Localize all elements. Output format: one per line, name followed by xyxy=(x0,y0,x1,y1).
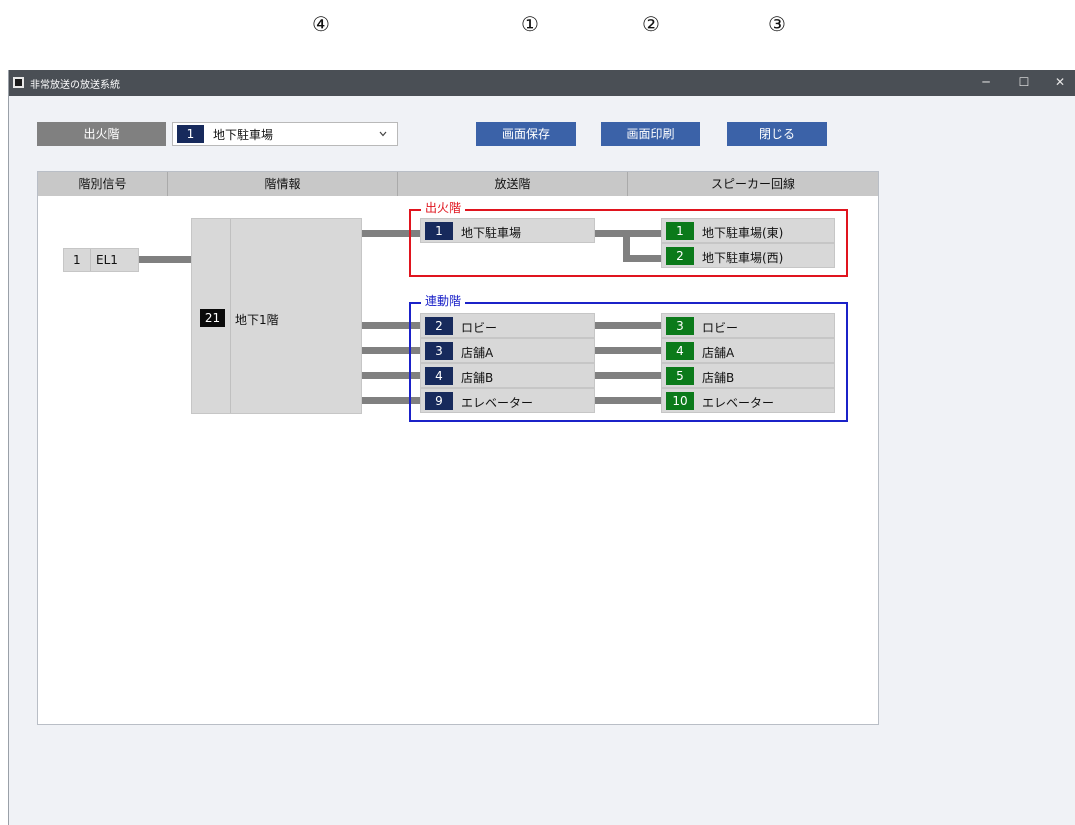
connector-line xyxy=(595,322,661,329)
broadcast-floor-item[interactable]: 4 店舗B xyxy=(420,363,595,388)
speaker-name: ロビー xyxy=(702,321,739,335)
broadcast-floor-item[interactable]: 9 エレベーター xyxy=(420,388,595,413)
fire-floor-select[interactable]: 1 地下駐車場 xyxy=(172,122,398,146)
column-header-speaker-line: スピーカー回線 xyxy=(628,172,878,196)
connector-line xyxy=(595,397,661,404)
broadcast-number: 4 xyxy=(425,367,453,385)
speaker-line-item[interactable]: 3 ロビー xyxy=(661,313,835,338)
speaker-number: 4 xyxy=(666,342,694,360)
speaker-name: エレベーター xyxy=(702,396,775,410)
close-button[interactable]: 閉じる xyxy=(727,122,827,146)
floor-info-name: 地下1階 xyxy=(235,313,279,327)
floor-signal-item[interactable]: 1 EL1 xyxy=(63,248,139,272)
signal-name: EL1 xyxy=(96,253,118,267)
speaker-number: 1 xyxy=(666,222,694,240)
connector-line xyxy=(595,372,661,379)
floor-info-block[interactable]: 21 地下1階 xyxy=(191,218,362,414)
linked-floor-group-label: 連動階 xyxy=(421,292,466,309)
chevron-down-icon xyxy=(379,131,387,137)
title-bar: 非常放送の放送系統 ─ ☐ ✕ xyxy=(9,70,1075,96)
broadcast-number: 9 xyxy=(425,392,453,410)
minimize-button[interactable]: ─ xyxy=(969,70,1003,96)
speaker-line-item[interactable]: 5 店舗B xyxy=(661,363,835,388)
connector-line xyxy=(623,255,661,262)
app-window: 非常放送の放送系統 ─ ☐ ✕ 出火階 1 地下駐車場 画面保存 画面印刷 閉じ… xyxy=(8,70,1075,825)
broadcast-number: 1 xyxy=(425,222,453,240)
floor-info-number: 21 xyxy=(200,309,225,327)
signal-number: 1 xyxy=(73,253,81,267)
window-title: 非常放送の放送系統 xyxy=(30,80,120,91)
broadcast-name: 地下駐車場 xyxy=(461,226,522,240)
speaker-number: 5 xyxy=(666,367,694,385)
broadcast-floor-item[interactable]: 1 地下駐車場 xyxy=(420,218,595,243)
broadcast-name: エレベーター xyxy=(461,396,534,410)
speaker-line-item[interactable]: 2 地下駐車場(西) xyxy=(661,243,835,268)
callout-2: ② xyxy=(642,12,660,36)
speaker-name: 店舗A xyxy=(702,346,735,360)
save-screen-button[interactable]: 画面保存 xyxy=(476,122,576,146)
print-screen-button[interactable]: 画面印刷 xyxy=(601,122,700,146)
callout-4: ④ xyxy=(312,12,330,36)
fire-floor-group-label: 出火階 xyxy=(421,199,466,216)
close-window-button[interactable]: ✕ xyxy=(1043,70,1075,96)
speaker-name: 店舗B xyxy=(702,371,735,385)
maximize-button[interactable]: ☐ xyxy=(1007,70,1041,96)
broadcast-number: 3 xyxy=(425,342,453,360)
speaker-line-item[interactable]: 1 地下駐車場(東) xyxy=(661,218,835,243)
broadcast-name: 店舗A xyxy=(461,346,494,360)
speaker-number: 3 xyxy=(666,317,694,335)
connector-line xyxy=(595,347,661,354)
speaker-line-item[interactable]: 4 店舗A xyxy=(661,338,835,363)
broadcast-system-panel: 階別信号 階情報 放送階 スピーカー回線 1 EL1 21 地下1階 出火階 1… xyxy=(37,171,879,725)
floor-name: 地下駐車場 xyxy=(213,128,274,142)
fire-floor-label: 出火階 xyxy=(37,122,166,146)
connector-line xyxy=(139,256,191,263)
broadcast-floor-item[interactable]: 2 ロビー xyxy=(420,313,595,338)
app-window-icon xyxy=(13,77,24,88)
broadcast-name: 店舗B xyxy=(461,371,494,385)
broadcast-number: 2 xyxy=(425,317,453,335)
callout-1: ① xyxy=(521,12,539,36)
callout-3: ③ xyxy=(768,12,786,36)
column-header-floor-signal: 階別信号 xyxy=(38,172,168,196)
speaker-line-item[interactable]: 10 エレベーター xyxy=(661,388,835,413)
speaker-name: 地下駐車場(西) xyxy=(702,251,784,265)
speaker-number: 10 xyxy=(666,392,694,410)
column-header-broadcast-floor: 放送階 xyxy=(398,172,628,196)
column-header-floor-info: 階情報 xyxy=(168,172,398,196)
speaker-name: 地下駐車場(東) xyxy=(702,226,784,240)
broadcast-name: ロビー xyxy=(461,321,498,335)
speaker-number: 2 xyxy=(666,247,694,265)
floor-number-badge: 1 xyxy=(177,125,204,143)
broadcast-floor-item[interactable]: 3 店舗A xyxy=(420,338,595,363)
